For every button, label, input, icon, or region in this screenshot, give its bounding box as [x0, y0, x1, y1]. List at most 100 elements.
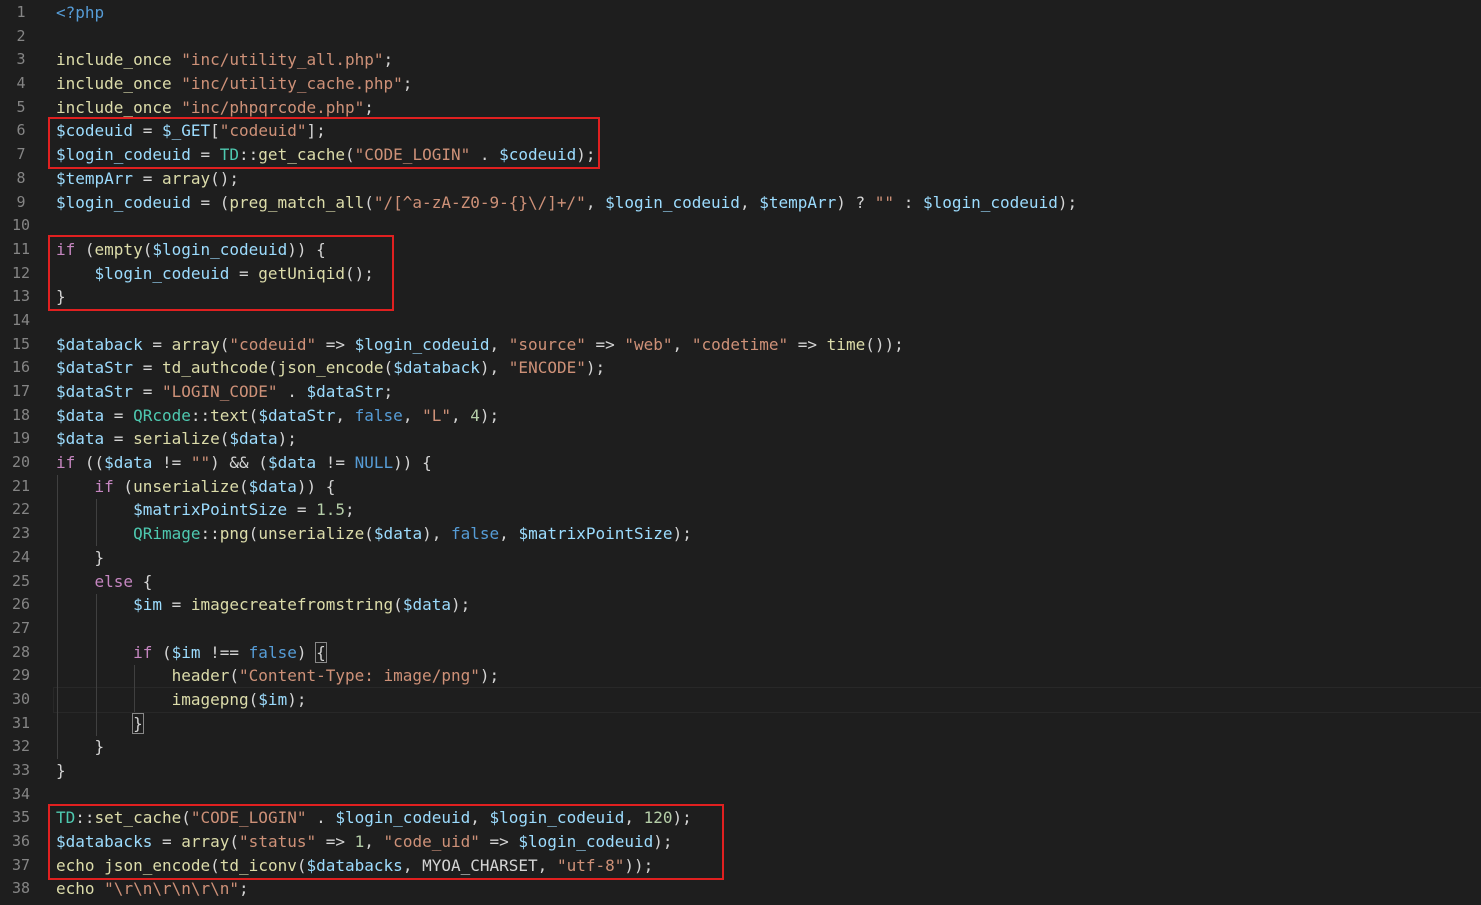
- code-token: =: [133, 382, 162, 401]
- code-line[interactable]: $dataStr = "LOGIN_CODE" . $dataStr;: [56, 380, 1481, 404]
- code-token: (: [248, 524, 259, 544]
- code-line[interactable]: header("Content-Type: image/png");: [56, 664, 1481, 688]
- code-line[interactable]: [56, 617, 1481, 641]
- code-line[interactable]: $codeuid = $_GET["codeuid"];: [56, 119, 1481, 143]
- code-line[interactable]: <?php: [56, 1, 1481, 25]
- code-token: ));: [624, 855, 654, 875]
- code-token: array: [161, 168, 211, 188]
- line-number: 1: [16, 3, 26, 21]
- code-line[interactable]: if (unserialize($data)) {: [56, 475, 1481, 499]
- code-token: $matrixPointSize: [133, 500, 288, 520]
- line-number: 35: [11, 808, 31, 827]
- code-token: "ENCODE": [508, 358, 586, 378]
- code-line[interactable]: else {: [56, 570, 1481, 594]
- code-token: ,: [624, 808, 644, 828]
- code-token: (: [181, 808, 191, 828]
- code-token: ,: [489, 334, 509, 354]
- code-line[interactable]: TD::set_cache("CODE_LOGIN" . $login_code…: [56, 806, 1481, 830]
- code-line[interactable]: include_once "inc/utility_cache.php";: [56, 72, 1481, 96]
- code-line[interactable]: $login_codeuid = TD::get_cache("CODE_LOG…: [56, 143, 1481, 167]
- code-token: unserialize: [133, 476, 240, 496]
- code-line[interactable]: }: [56, 712, 1481, 736]
- code-line[interactable]: if (($data != "") && ($data != NULL)) {: [56, 451, 1481, 475]
- code-line[interactable]: include_once "inc/utility_all.php";: [56, 48, 1481, 72]
- code-line[interactable]: echo json_encode(td_iconv($databacks, MY…: [56, 854, 1481, 878]
- code-token: (: [364, 524, 374, 544]
- code-line[interactable]: $login_codeuid = (preg_match_all("/[^a-z…: [56, 191, 1481, 215]
- code-line[interactable]: }: [56, 546, 1481, 570]
- code-token: $login_codeuid: [335, 808, 471, 828]
- code-token: ;: [345, 500, 355, 520]
- code-token: :: [894, 192, 923, 212]
- code-line[interactable]: $data = QRcode::text($dataStr, false, "L…: [56, 404, 1481, 428]
- code-token: !==: [200, 642, 249, 662]
- code-token: }: [56, 737, 105, 757]
- code-line[interactable]: [56, 783, 1481, 807]
- line-number: 10: [11, 216, 31, 235]
- code-line[interactable]: [56, 214, 1481, 238]
- code-line[interactable]: }: [56, 735, 1481, 759]
- code-line[interactable]: [56, 25, 1481, 49]
- code-line[interactable]: $matrixPointSize = 1.5;: [56, 498, 1481, 522]
- code-token: "codeuid": [229, 334, 317, 354]
- code-token: =: [133, 358, 162, 378]
- code-line[interactable]: include_once "inc/phpqrcode.php";: [56, 96, 1481, 120]
- code-token: serialize: [133, 429, 220, 449]
- code-token: $data: [229, 429, 278, 449]
- code-token: !=: [152, 453, 191, 473]
- code-line[interactable]: $databack = array("codeuid" => $login_co…: [56, 333, 1481, 357]
- code-line[interactable]: $im = imagecreatefromstring($data);: [56, 593, 1481, 617]
- code-line[interactable]: [56, 309, 1481, 333]
- code-token: $login_codeuid: [354, 334, 490, 354]
- code-line[interactable]: if (empty($login_codeuid)) {: [56, 238, 1481, 262]
- indent-guide: [95, 498, 97, 547]
- code-line[interactable]: if ($im !== false) {: [56, 641, 1481, 665]
- code-token: ;: [383, 50, 394, 70]
- code-token: =: [287, 500, 317, 520]
- code-token: $login_codeuid: [56, 145, 191, 165]
- code-token: ) && (: [210, 453, 268, 473]
- code-token: false: [354, 405, 403, 425]
- line-number: 2: [16, 26, 26, 45]
- code-token: "web": [624, 334, 673, 354]
- code-line[interactable]: imagepng($im);: [53, 686, 1481, 713]
- code-token: if: [56, 453, 76, 473]
- line-number: 22: [11, 500, 31, 519]
- code-line[interactable]: $tempArr = array();: [56, 167, 1481, 191]
- code-token: ::: [75, 808, 95, 828]
- code-line[interactable]: $databacks = array("status" => 1, "code_…: [56, 830, 1481, 854]
- code-line[interactable]: QRimage::png(unserialize($data), false, …: [56, 522, 1481, 546]
- code-token: "status": [239, 832, 317, 852]
- code-editor[interactable]: 1 2 3 4 5 6 7 8 9 10 11 12 13 14 15 16 17 18 19 20 21 22 23 24 2…: [0, 0, 1481, 905]
- code-token: (: [393, 595, 403, 615]
- code-token: }: [56, 547, 105, 567]
- code-line[interactable]: $data = serialize($data);: [56, 427, 1481, 451]
- code-token: (: [267, 358, 278, 378]
- code-line[interactable]: $dataStr = td_authcode(json_encode($data…: [56, 356, 1481, 380]
- code-token: );: [672, 808, 692, 828]
- line-number: 29: [11, 666, 31, 685]
- code-line[interactable]: $login_codeuid = getUniqid();: [56, 262, 1481, 286]
- code-token: .: [306, 808, 336, 828]
- code-token: "source": [508, 334, 586, 354]
- code-token: "\r\n\r\n\r\n": [104, 879, 240, 899]
- code-token: }: [132, 712, 144, 734]
- line-number: 8: [16, 168, 26, 187]
- code-token: ();: [210, 168, 240, 188]
- code-token: ());: [865, 334, 904, 354]
- code-area[interactable]: <?php include_once "inc/utility_all.php"…: [53, 1, 1481, 901]
- code-token: (: [229, 832, 240, 852]
- code-line[interactable]: }: [56, 285, 1481, 309]
- code-line[interactable]: }: [56, 759, 1481, 783]
- code-line[interactable]: echo "\r\n\r\n\r\n";: [56, 877, 1481, 901]
- line-number: 26: [11, 595, 31, 614]
- code-token: ();: [345, 263, 374, 283]
